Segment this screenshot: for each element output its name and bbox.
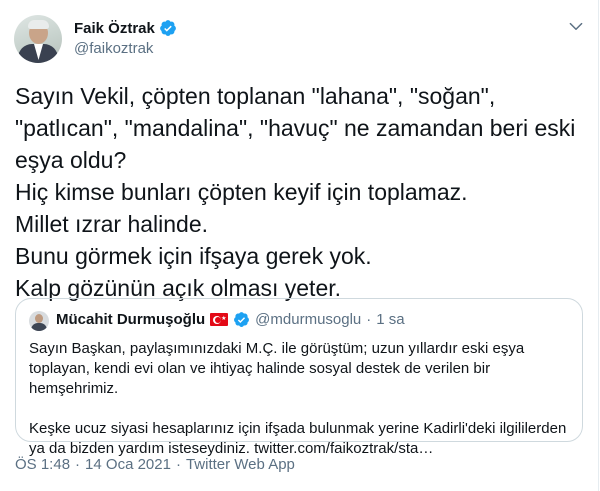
author-name-row: Faik Öztrak [74, 19, 177, 37]
separator-dot: · [175, 456, 181, 473]
separator-dot: · [75, 456, 81, 473]
verified-badge-icon [159, 20, 176, 36]
verified-badge-icon [234, 312, 250, 327]
tweet-source-app[interactable]: Twitter Web App [186, 456, 295, 473]
quoted-author-name: Mücahit Durmuşoğlu [56, 311, 206, 328]
quoted-text: Sayın Başkan, paylaşımınızdaki M.Ç. ile … [29, 339, 569, 459]
quoted-avatar-body [31, 323, 47, 331]
quoted-author-handle: @mdurmusoglu [255, 311, 362, 328]
tweet-time[interactable]: ÖS 1:48 [15, 456, 70, 473]
author-avatar[interactable] [14, 15, 62, 63]
more-options-icon[interactable] [566, 16, 586, 36]
avatar-hair [28, 20, 49, 29]
quoted-author-avatar [29, 311, 49, 331]
tweet-meta: ÖS 1:48 · 14 Oca 2021 · Twitter Web App [15, 456, 295, 473]
tweet-card: Faik Öztrak @faikoztrak Sayın Vekil, çöp… [0, 0, 599, 491]
tweet-date[interactable]: 14 Oca 2021 [85, 456, 171, 473]
quoted-avatar-head [35, 314, 43, 323]
quoted-header: Mücahit Durmuşoğlu ★ @mdurmusoglu · 1 sa [56, 311, 405, 328]
turkey-flag-icon: ★ [210, 313, 229, 326]
quoted-paragraph: Keşke ucuz siyasi hesaplarınız için ifşa… [29, 420, 567, 457]
tweet-text: Sayın Vekil, çöpten toplanan "lahana", "… [15, 83, 576, 301]
author-handle[interactable]: @faikoztrak [74, 40, 153, 57]
chevron-down-icon [569, 22, 583, 31]
separator-dot: · [366, 311, 372, 328]
quoted-paragraph: Sayın Başkan, paylaşımınızdaki M.Ç. ile … [29, 340, 525, 397]
quoted-tweet[interactable]: Mücahit Durmuşoğlu ★ @mdurmusoglu · 1 sa… [15, 298, 583, 457]
quoted-timestamp: 1 sa [376, 311, 405, 328]
author-name[interactable]: Faik Öztrak [74, 20, 155, 37]
